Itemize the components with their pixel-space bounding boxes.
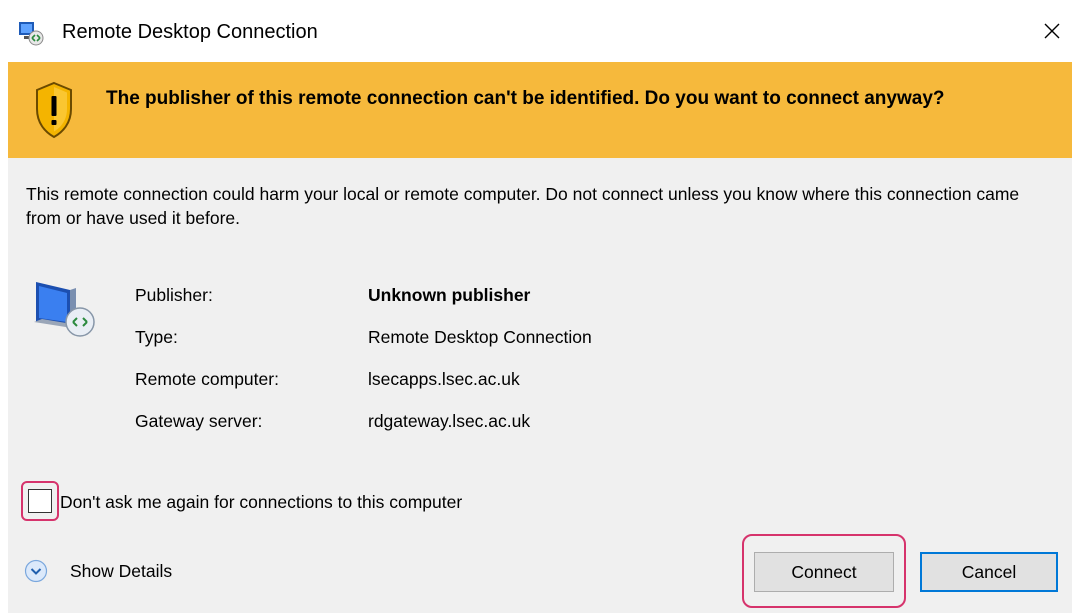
close-button[interactable] <box>1022 0 1082 62</box>
remote-desktop-icon <box>19 22 44 46</box>
warning-banner: The publisher of this remote connection … <box>8 62 1072 158</box>
remote-computer-value: lsecapps.lsec.ac.uk <box>368 369 520 389</box>
warning-message: This remote connection could harm your l… <box>26 184 1020 228</box>
gateway-server-label: Gateway server: <box>135 411 263 431</box>
gateway-server-value: rdgateway.lsec.ac.uk <box>368 411 531 431</box>
show-details-toggle[interactable]: Show Details <box>24 558 172 584</box>
type-label: Type: <box>135 327 178 347</box>
publisher-value: Unknown publisher <box>368 285 531 305</box>
dont-ask-again-checkbox[interactable] <box>28 489 52 513</box>
chevron-down-circle-icon <box>24 559 48 583</box>
connect-button[interactable]: Connect <box>754 552 894 592</box>
banner-title: The publisher of this remote connection … <box>106 88 945 109</box>
type-value: Remote Desktop Connection <box>368 327 592 347</box>
publisher-label: Publisher: <box>135 285 213 305</box>
show-details-label: Show Details <box>70 561 173 581</box>
close-icon <box>1044 23 1060 39</box>
dont-ask-again-label[interactable]: Don't ask me again for connections to th… <box>60 491 462 513</box>
window-title: Remote Desktop Connection <box>62 21 318 43</box>
warning-shield-icon <box>36 81 72 139</box>
remote-computer-label: Remote computer: <box>135 369 279 389</box>
cancel-button[interactable]: Cancel <box>920 552 1058 592</box>
remote-monitor-icon <box>34 282 95 337</box>
dialog-content: This remote connection could harm your l… <box>8 158 1072 613</box>
title-bar: Remote Desktop Connection <box>0 0 1082 62</box>
